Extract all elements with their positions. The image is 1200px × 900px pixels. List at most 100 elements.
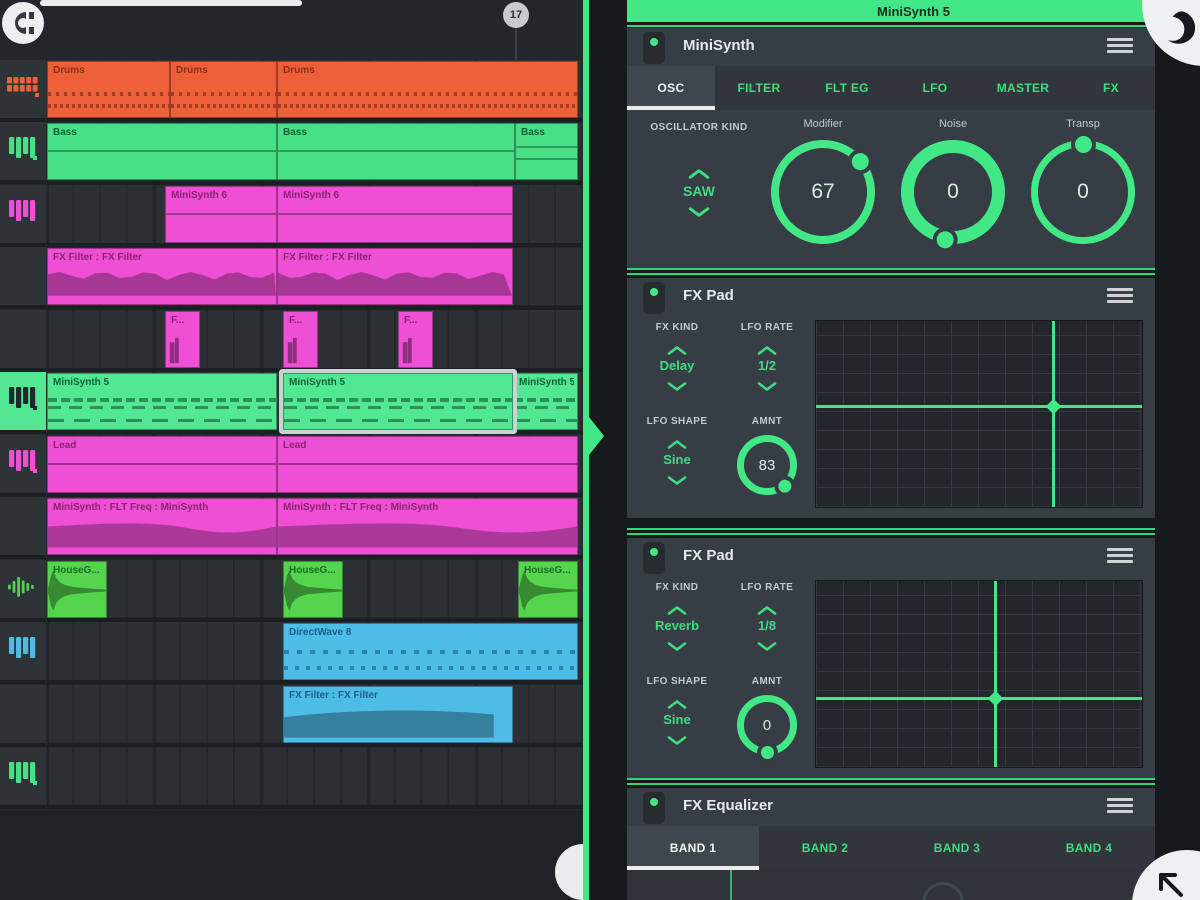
playlist-pane[interactable]: DrumsDrumsDrumsBassBassBassMiniSynth 6Mi… — [0, 0, 583, 900]
track-button-minisynth-5[interactable] — [0, 372, 46, 434]
clip-lead-0[interactable]: Lead — [47, 436, 277, 493]
chevron-down-icon[interactable] — [666, 733, 688, 745]
equalizer-enable-toggle[interactable] — [643, 792, 665, 824]
track-button-houseg[interactable] — [0, 560, 46, 622]
clip-label: MiniSynth 6 — [283, 190, 339, 201]
snap-magnet-button[interactable] — [2, 2, 44, 44]
transp-knob[interactable]: Transp 0 — [1018, 110, 1148, 244]
tab-flt-eg[interactable]: FLT EG — [803, 66, 891, 110]
tab-master[interactable]: MASTER — [979, 66, 1067, 110]
track-button-track-12[interactable] — [0, 747, 46, 809]
clip-bass-0[interactable]: Bass — [47, 123, 277, 180]
pad-crosshair-dot[interactable] — [988, 690, 1004, 706]
clip-fx-filter-fx-filter-0[interactable]: FX Filter : FX Filter — [47, 248, 277, 305]
fx-xy-pad[interactable] — [815, 580, 1143, 768]
tab-band-3[interactable]: BAND 3 — [891, 826, 1023, 870]
instrument-enable-toggle[interactable] — [643, 32, 665, 64]
tab-band-4[interactable]: BAND 4 — [1023, 826, 1155, 870]
clip-bass-1[interactable]: Bass — [277, 123, 515, 180]
lfo-shape-selector[interactable]: LFO SHAPE Sine — [629, 416, 725, 485]
clip-fx-filter-fx-filter-1[interactable]: FX Filter : FX Filter — [277, 248, 513, 305]
channel-title-bar[interactable]: MiniSynth 5 — [627, 0, 1200, 22]
clip-f-2[interactable]: F... — [398, 311, 433, 368]
amnt-knob[interactable]: AMNT 0 — [719, 676, 815, 755]
clip-minisynth-5-1[interactable]: MiniSynth 5 — [283, 373, 513, 430]
chevron-up-icon[interactable] — [688, 167, 710, 179]
fx-pad-1-enable-toggle[interactable] — [643, 282, 665, 314]
clip-label: FX Filter : FX Filter — [283, 252, 372, 263]
track-button-fx-mini[interactable] — [0, 310, 46, 372]
chevron-down-icon[interactable] — [666, 379, 688, 391]
hamburger-menu-icon[interactable] — [1107, 288, 1133, 306]
equalizer-graph[interactable] — [627, 870, 1155, 900]
chevron-down-icon[interactable] — [756, 639, 778, 651]
hamburger-menu-icon[interactable] — [1107, 548, 1133, 566]
chevron-up-icon[interactable] — [666, 437, 688, 449]
track-button-fx-filter[interactable] — [0, 247, 46, 309]
chevron-up-icon[interactable] — [666, 343, 688, 355]
track-button-minisynth-flt-freq[interactable] — [0, 497, 46, 559]
clip-bass-2[interactable]: Bass — [515, 123, 578, 180]
clip-fx-filter-fx-filter-0[interactable]: FX Filter : FX Filter — [283, 686, 513, 743]
fx-kind-selector[interactable]: FX KIND Delay — [629, 322, 725, 391]
clip-houseg-2[interactable]: HouseG... — [518, 561, 578, 618]
equalizer-panel: FX Equalizer BAND 1 BAND 2 BAND 3 BAND 4 — [627, 788, 1155, 900]
track-button-lead[interactable] — [0, 435, 46, 497]
modifier-knob[interactable]: Modifier 67 — [758, 110, 888, 244]
panel-separator — [627, 528, 1155, 538]
clip-drums-0[interactable]: Drums — [47, 61, 170, 118]
clip-minisynth-5-2[interactable]: MiniSynth 5 — [513, 373, 578, 430]
track-button-fx-filter-2[interactable] — [0, 685, 46, 747]
track-icon-column — [0, 60, 47, 810]
clip-f-1[interactable]: F... — [283, 311, 318, 368]
tab-fx[interactable]: FX — [1067, 66, 1155, 110]
track-button-drums[interactable] — [0, 60, 46, 122]
track-button-bass[interactable] — [0, 122, 46, 184]
fx-xy-pad[interactable] — [815, 320, 1143, 508]
chevron-down-icon[interactable] — [666, 639, 688, 651]
tab-band-2[interactable]: BAND 2 — [759, 826, 891, 870]
pane-drag-handle[interactable] — [555, 844, 583, 900]
track-button-minisynth-6[interactable] — [0, 185, 46, 247]
lfo-shape-selector[interactable]: LFO SHAPE Sine — [629, 676, 725, 745]
fx-kind-selector[interactable]: FX KIND Reverb — [629, 582, 725, 651]
lfo-rate-selector[interactable]: LFO RATE 1/2 — [719, 322, 815, 391]
fx-pad-2-enable-toggle[interactable] — [643, 542, 665, 574]
clip-minisynth-flt-freq-minisynth-1[interactable]: MiniSynth : FLT Freq : MiniSynth — [277, 498, 578, 555]
track-button-directwave[interactable] — [0, 622, 46, 684]
hamburger-menu-icon[interactable] — [1107, 798, 1133, 816]
hamburger-menu-icon[interactable] — [1107, 38, 1133, 56]
clip-drums-2[interactable]: Drums — [277, 61, 578, 118]
chevron-up-icon[interactable] — [666, 697, 688, 709]
chevron-down-icon[interactable] — [756, 379, 778, 391]
clip-pattern — [48, 124, 276, 179]
clip-drums-1[interactable]: Drums — [170, 61, 277, 118]
clip-directwave-8-0[interactable]: DirectWave 8 — [283, 623, 578, 680]
chevron-up-icon[interactable] — [756, 603, 778, 615]
noise-knob[interactable]: Noise 0 — [888, 110, 1018, 244]
tab-osc[interactable]: OSC — [627, 66, 715, 110]
expand-pane-arrow-icon[interactable] — [589, 417, 604, 455]
tab-lfo[interactable]: LFO — [891, 66, 979, 110]
clip-minisynth-6-1[interactable]: MiniSynth 6 — [277, 186, 513, 243]
pad-crosshair-dot[interactable] — [1046, 399, 1062, 415]
tab-band-1[interactable]: BAND 1 — [627, 826, 759, 870]
chevron-down-icon[interactable] — [666, 473, 688, 485]
timeline-marker[interactable]: 17 — [503, 2, 529, 28]
amnt-knob[interactable]: AMNT 83 — [719, 416, 815, 495]
clip-minisynth-5-0[interactable]: MiniSynth 5 — [47, 373, 277, 430]
timeline-ruler[interactable] — [0, 0, 583, 62]
oscillator-kind-selector[interactable]: OSCILLATOR KIND SAW — [631, 110, 767, 217]
chevron-down-icon[interactable] — [688, 205, 710, 217]
horizontal-scrollbar[interactable] — [40, 0, 302, 6]
clip-f-0[interactable]: F... — [165, 311, 200, 368]
lfo-rate-selector[interactable]: LFO RATE 1/8 — [719, 582, 815, 651]
chevron-up-icon[interactable] — [756, 343, 778, 355]
clip-houseg-0[interactable]: HouseG... — [47, 561, 107, 618]
clip-lead-1[interactable]: Lead — [277, 436, 578, 493]
clip-houseg-1[interactable]: HouseG... — [283, 561, 343, 618]
chevron-up-icon[interactable] — [666, 603, 688, 615]
clip-minisynth-6-0[interactable]: MiniSynth 6 — [165, 186, 277, 243]
clip-minisynth-flt-freq-minisynth-0[interactable]: MiniSynth : FLT Freq : MiniSynth — [47, 498, 277, 555]
tab-filter[interactable]: FILTER — [715, 66, 803, 110]
